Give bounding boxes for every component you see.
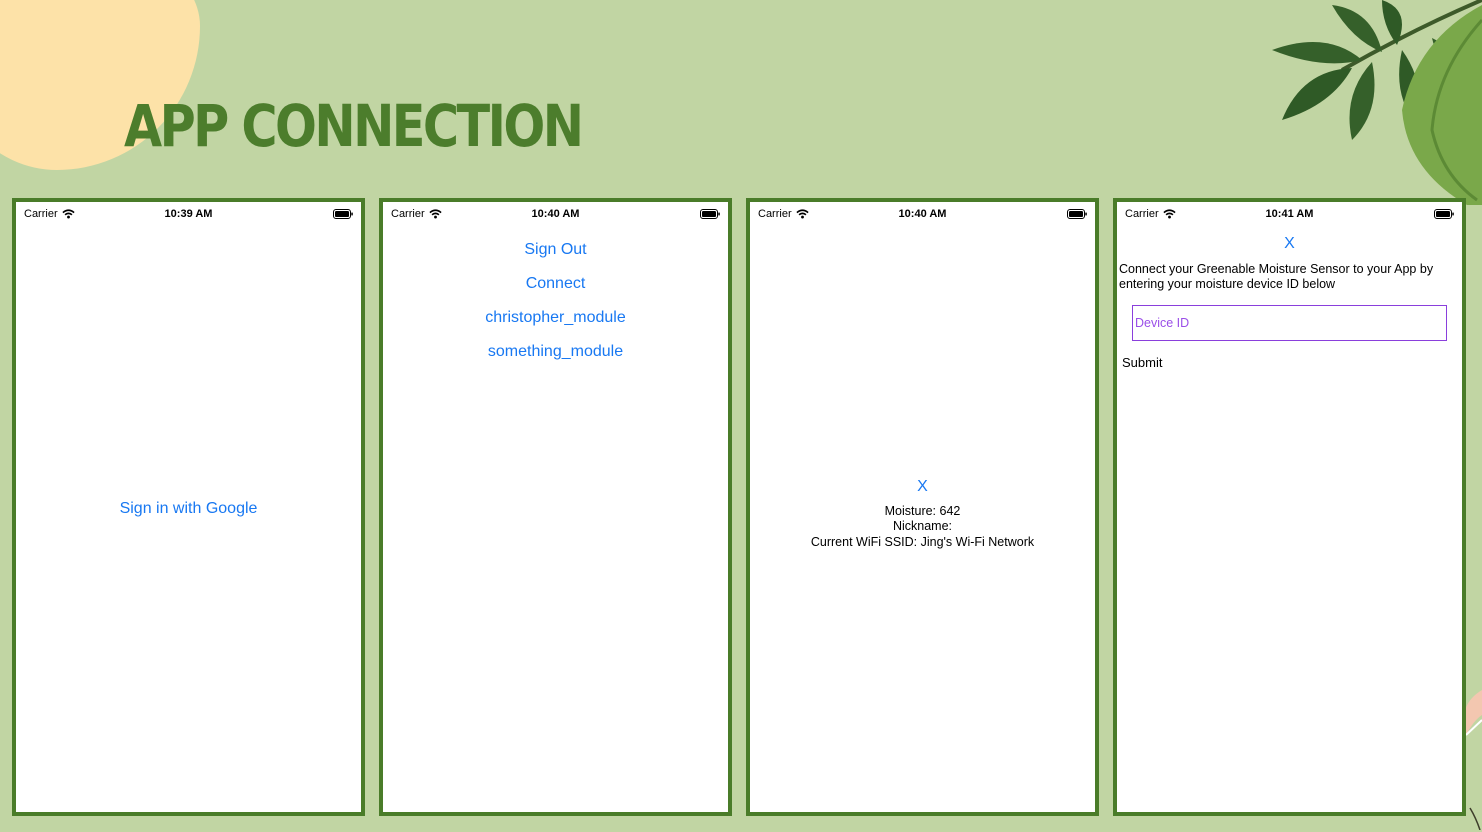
slide-title: APP CONNECTION bbox=[124, 92, 584, 160]
status-time: 10:41 AM bbox=[1265, 208, 1314, 220]
battery-icon bbox=[1067, 209, 1087, 219]
phone-screen-module-detail: Carrier 10:40 AM X Moisture: 642 Nicknam… bbox=[746, 198, 1099, 816]
connect-instructions: Connect your Greenable Moisture Sensor t… bbox=[1119, 262, 1434, 291]
sign-in-google-button[interactable]: Sign in with Google bbox=[16, 500, 361, 518]
close-button[interactable]: X bbox=[1117, 235, 1462, 253]
leaves-decoration bbox=[1272, 0, 1482, 205]
battery-icon bbox=[700, 209, 720, 219]
connect-button[interactable]: Connect bbox=[383, 275, 728, 293]
status-time: 10:39 AM bbox=[164, 208, 213, 220]
moisture-reading: Moisture: 642 bbox=[884, 504, 961, 518]
nickname-label: Nickname: bbox=[892, 519, 953, 533]
module-item-something[interactable]: something_module bbox=[383, 343, 728, 361]
phone-screen-menu: Carrier 10:40 AM Sign Out Connect christ… bbox=[379, 198, 732, 816]
status-bar: Carrier 10:41 AM bbox=[1117, 202, 1462, 226]
phone-screen-connect-device: Carrier 10:41 AM X Connect your Greenabl… bbox=[1113, 198, 1466, 816]
status-bar: Carrier 10:39 AM bbox=[16, 202, 361, 226]
status-time: 10:40 AM bbox=[898, 208, 947, 220]
battery-icon bbox=[1434, 209, 1454, 219]
submit-button[interactable]: Submit bbox=[1122, 355, 1162, 370]
sign-out-button[interactable]: Sign Out bbox=[383, 241, 728, 259]
status-bar: Carrier 10:40 AM bbox=[750, 202, 1095, 226]
battery-icon bbox=[333, 209, 353, 219]
status-bar: Carrier 10:40 AM bbox=[383, 202, 728, 226]
wifi-ssid-label: Current WiFi SSID: Jing's Wi-Fi Network bbox=[810, 535, 1035, 549]
status-time: 10:40 AM bbox=[531, 208, 580, 220]
device-id-input[interactable] bbox=[1132, 305, 1447, 341]
module-item-christopher[interactable]: christopher_module bbox=[383, 309, 728, 327]
close-button[interactable]: X bbox=[750, 478, 1095, 496]
phone-screen-sign-in: Carrier 10:39 AM Sign in with Google bbox=[12, 198, 365, 816]
